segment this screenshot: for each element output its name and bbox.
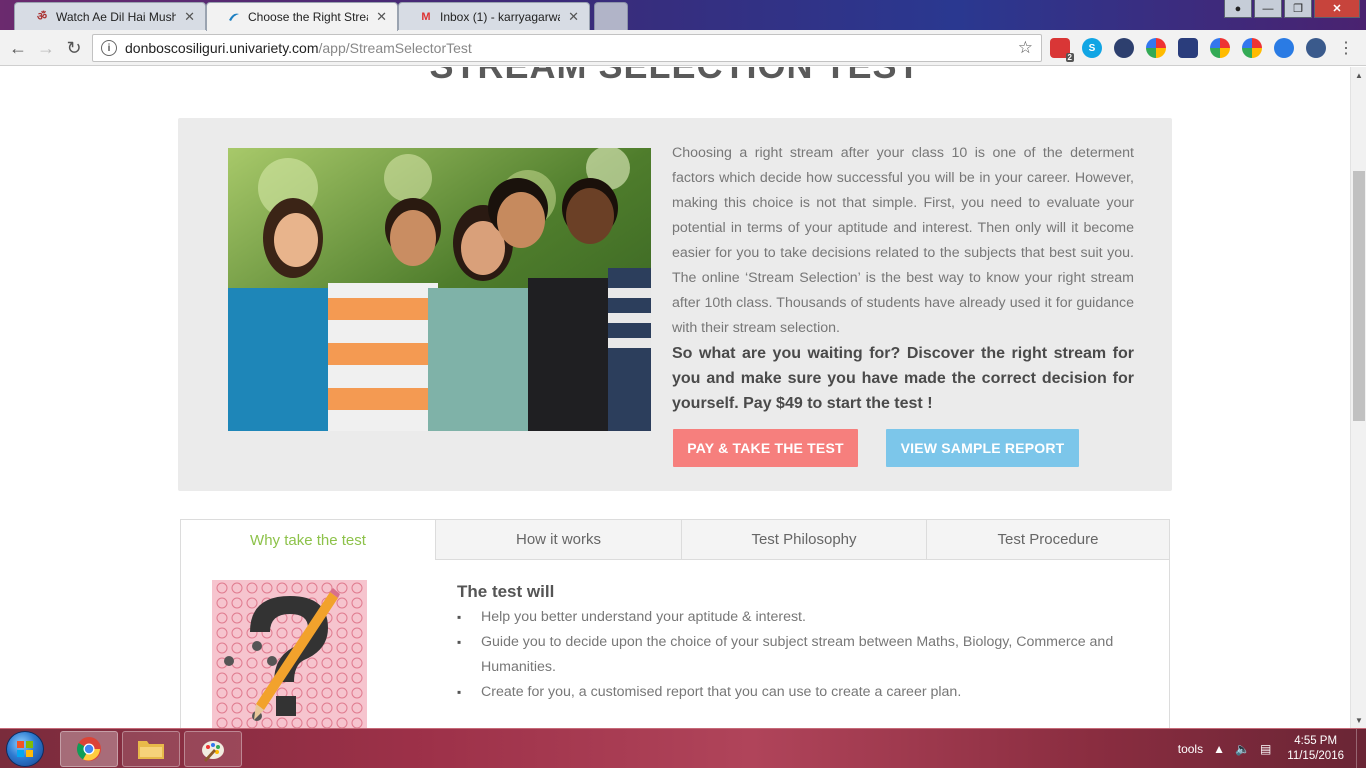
scroll-thumb[interactable] [1353, 171, 1365, 421]
tray-tools-label[interactable]: tools [1178, 742, 1203, 756]
search-extension-icon[interactable] [1274, 38, 1294, 58]
hero-panel: Choosing a right stream after your class… [178, 118, 1172, 491]
windows-logo-icon [17, 741, 33, 757]
chrome-icon [76, 737, 101, 761]
new-tab-button[interactable] [594, 2, 628, 30]
url-path: /app/StreamSelectorTest [318, 40, 472, 56]
window-controls: ● — ❐ ✕ [1224, 0, 1360, 18]
volume-icon[interactable]: 🔈 [1235, 742, 1250, 756]
browser-titlebar: ॐ Watch Ae Dil Hai Mushkil ✕ Choose the … [0, 0, 1366, 31]
forward-icon[interactable]: → [34, 36, 58, 60]
view-sample-report-button[interactable]: VIEW SAMPLE REPORT [886, 429, 1079, 467]
shield-extension-icon[interactable] [1114, 38, 1134, 58]
menu-icon[interactable]: ⋮ [1338, 38, 1354, 58]
back-icon[interactable]: ← [6, 36, 30, 60]
test-will-heading: The test will [457, 582, 555, 601]
extension-red-icon[interactable]: 2 [1050, 38, 1074, 62]
extension-icons: 2 S [1050, 38, 1326, 62]
close-icon[interactable]: ✕ [184, 9, 195, 25]
bookmark-extension-icon[interactable] [1178, 38, 1198, 58]
page-viewport: STREAM SELECTION TEST [0, 67, 1350, 728]
taskbar-clock[interactable]: 4:55 PM 11/15/2016 [1287, 734, 1344, 764]
user-icon[interactable]: ● [1224, 0, 1252, 18]
reload-icon[interactable]: ↻ [62, 36, 86, 60]
system-tray: tools ▲ 🔈 ▤ 4:55 PM 11/15/2016 [1178, 729, 1366, 768]
tab-watch-ae-dil[interactable]: ॐ Watch Ae Dil Hai Mushkil ✕ [14, 2, 206, 30]
location-extension-icon[interactable] [1306, 38, 1326, 58]
show-desktop-button[interactable] [1356, 729, 1366, 768]
hero-paragraph: Choosing a right stream after your class… [672, 145, 1134, 336]
clock-date: 11/15/2016 [1287, 750, 1344, 762]
url-host: donboscosiliguri.univariety.com [125, 40, 319, 56]
info-tabs: Why take the test How it works Test Phil… [181, 520, 1169, 560]
tab-test-procedure[interactable]: Test Procedure [926, 520, 1169, 560]
tab-title: Choose the Right Stream [248, 10, 368, 24]
info-tabs-panel: Why take the test How it works Test Phil… [180, 519, 1170, 728]
scroll-down-icon[interactable]: ▼ [1351, 712, 1366, 728]
test-benefits-list: Help you better understand your aptitude… [457, 605, 1147, 705]
pay-and-take-test-button[interactable]: PAY & TAKE THE TEST [673, 429, 858, 467]
om-icon: ॐ [36, 11, 48, 23]
tab-why-take-the-test[interactable]: Why take the test [181, 520, 436, 560]
scroll-up-icon[interactable]: ▲ [1351, 67, 1366, 83]
close-icon[interactable]: ✕ [568, 9, 579, 25]
tab-test-philosophy[interactable]: Test Philosophy [681, 520, 926, 560]
univariety-icon [227, 10, 241, 24]
tab-gmail-inbox[interactable]: M Inbox (1) - karryagarwal1 ✕ [398, 2, 590, 30]
ext-badge: 2 [1065, 53, 1074, 62]
taskbar-paint[interactable] [184, 731, 242, 767]
network-icon[interactable]: ▤ [1260, 742, 1271, 756]
answer-sheet-question-icon [212, 580, 367, 728]
address-bar[interactable]: i donboscosiliguri.univariety.com /app/S… [92, 34, 1042, 62]
tab-choose-right-stream[interactable]: Choose the Right Stream ✕ [206, 2, 398, 31]
maximize-button[interactable]: ❐ [1284, 0, 1312, 18]
page-scrollbar[interactable]: ▲ ▼ [1350, 67, 1366, 728]
clock-time: 4:55 PM [1294, 735, 1338, 747]
bookmark-star-icon[interactable]: ☆ [1018, 38, 1033, 58]
hero-call-to-action: So what are you waiting for? Discover th… [672, 345, 1134, 412]
list-item: Create for you, a customised report that… [457, 680, 1147, 705]
google-extension-icon-3[interactable] [1242, 38, 1262, 58]
students-photo [228, 148, 651, 431]
taskbar-chrome[interactable] [60, 731, 118, 767]
tab-title: Watch Ae Dil Hai Mushkil [56, 9, 177, 24]
tab-how-it-works[interactable]: How it works [436, 520, 681, 560]
browser-toolbar: ← → ↻ i donboscosiliguri.univariety.com … [0, 30, 1366, 66]
page-title: STREAM SELECTION TEST [0, 67, 1350, 87]
list-item: Help you better understand your aptitude… [457, 605, 1147, 630]
windows-start-button[interactable] [6, 731, 44, 767]
close-window-button[interactable]: ✕ [1314, 0, 1360, 18]
tab-title: Inbox (1) - karryagarwal1 [440, 9, 561, 24]
taskbar-file-explorer[interactable] [122, 731, 180, 767]
file-explorer-icon [138, 741, 164, 759]
google-extension-icon[interactable] [1146, 38, 1166, 58]
gmail-icon: M [421, 10, 431, 23]
info-icon[interactable]: i [101, 40, 117, 56]
google-extension-icon-2[interactable] [1210, 38, 1230, 58]
tray-expand-icon[interactable]: ▲ [1213, 742, 1225, 756]
hero-description: Choosing a right stream after your class… [672, 141, 1134, 416]
close-icon[interactable]: ✕ [376, 9, 387, 25]
windows-taskbar: tools ▲ 🔈 ▤ 4:55 PM 11/15/2016 [0, 728, 1366, 768]
paint-icon [202, 741, 224, 762]
list-item: Guide you to decide upon the choice of y… [457, 630, 1147, 680]
skype-icon[interactable]: S [1082, 38, 1102, 58]
minimize-button[interactable]: — [1254, 0, 1282, 18]
